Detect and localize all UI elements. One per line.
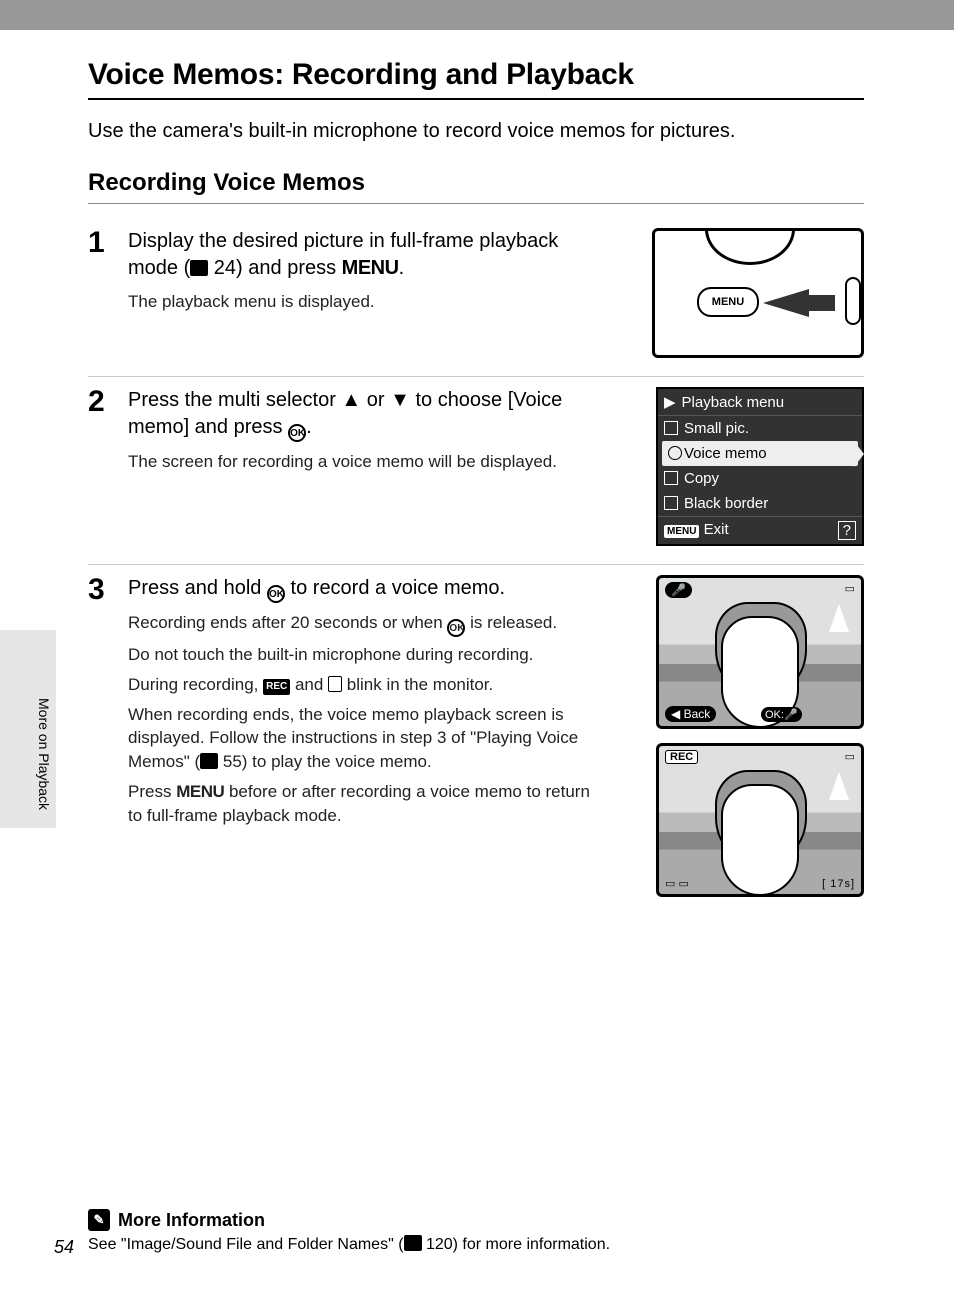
step-3-p2: Do not touch the built-in microphone dur… [128, 643, 603, 667]
top-gray-bar [0, 0, 954, 30]
speaker-icon [328, 676, 342, 692]
ok-icon: OK [267, 585, 285, 603]
mic-icon: 🎤 [665, 582, 692, 598]
exit-label: Exit [704, 521, 729, 538]
menu-item: Black border [658, 491, 862, 516]
timer: [ 17s] [822, 878, 855, 890]
step-number: 3 [88, 575, 128, 911]
step-number: 1 [88, 228, 128, 358]
step-2-lead: Press the multi selector ▲ or ▼ to choos… [128, 387, 588, 442]
rec-icon: REC [263, 679, 290, 695]
memory-icon: ▭ [845, 582, 855, 595]
ok-label: OK:🎤 [761, 707, 802, 722]
arrow-icon [763, 289, 809, 317]
camera-ref-icon [404, 1235, 422, 1251]
menu-tag: MENU [664, 525, 699, 538]
camera-ref-icon [200, 753, 218, 769]
menu-title: Playback menu [682, 394, 785, 411]
back-label: ◀ Back [665, 706, 716, 722]
menu-word: MENU [176, 782, 224, 801]
play-icon: ▶ [664, 393, 676, 411]
info-icon: ✎ [88, 1209, 110, 1231]
camera-ref-icon [190, 260, 208, 276]
step-3-p1: Recording ends after 20 seconds or when … [128, 611, 603, 637]
memory-icon: ▭ [845, 750, 855, 763]
more-info-heading: More Information [118, 1210, 265, 1231]
page-number: 54 [54, 1237, 74, 1258]
step-3-p5: Press MENU before or after recording a v… [128, 780, 603, 828]
step-3: 3 Press and hold OK to record a voice me… [88, 565, 864, 929]
camera-diagram: MENU [652, 228, 864, 358]
more-info-box: ✎ More Information See "Image/Sound File … [88, 1209, 864, 1254]
manual-page: More on Playback Voice Memos: Recording … [0, 0, 954, 1314]
more-info-text: See "Image/Sound File and Folder Names" … [88, 1235, 864, 1254]
step-number: 2 [88, 387, 128, 546]
step-3-p4: When recording ends, the voice memo play… [128, 703, 603, 774]
menu-button-label: MENU [697, 287, 759, 317]
section-heading: Recording Voice Memos [88, 153, 864, 204]
step-2-p1: The screen for recording a voice memo wi… [128, 450, 603, 474]
step-2: 2 Press the multi selector ▲ or ▼ to cho… [88, 377, 864, 565]
help-icon: ? [838, 521, 856, 540]
intro-text: Use the camera's built-in microphone to … [88, 100, 864, 153]
ok-icon: OK [447, 619, 465, 637]
record-screen-1: 🎤 ▭ ◀ Back OK:🎤 [656, 575, 864, 729]
menu-item: Copy [658, 466, 862, 491]
menu-item-selected: Voice memo [662, 441, 858, 466]
step-1: 1 Display the desired picture in full-fr… [88, 218, 864, 377]
record-screen-2: REC ▭ ▭ ▭ [ 17s] [656, 743, 864, 897]
step-1-p1: The playback menu is displayed. [128, 290, 603, 314]
menu-word: MENU [342, 257, 399, 279]
step-3-lead: Press and hold OK to record a voice memo… [128, 575, 588, 603]
mode-icon: ▭ ▭ [665, 877, 689, 890]
rec-indicator: REC [665, 750, 698, 764]
step-3-p3: During recording, REC and blink in the m… [128, 673, 603, 697]
ok-icon: OK [288, 424, 306, 442]
page-title: Voice Memos: Recording and Playback [88, 30, 864, 100]
step-1-lead: Display the desired picture in full-fram… [128, 228, 588, 282]
playback-menu-screen: ▶ Playback menu Small pic. Voice memo Cop… [656, 387, 864, 546]
menu-item: Small pic. [658, 416, 862, 441]
